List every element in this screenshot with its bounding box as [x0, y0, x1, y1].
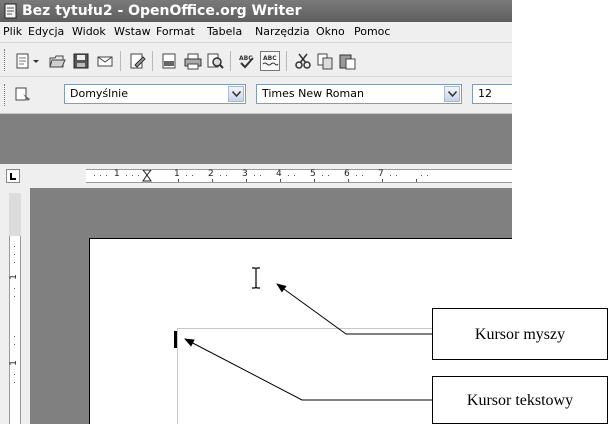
- open-folder-icon[interactable]: [48, 52, 66, 70]
- mouse-cursor-callout: Kursor myszy: [432, 308, 608, 360]
- ruler-label: 1: [114, 169, 120, 179]
- vertical-ruler-label: 1: [8, 274, 19, 280]
- font-size-select[interactable]: 12: [472, 84, 512, 104]
- menu-bar: Plik Edycja Widok Wstaw Format Tabela Na…: [0, 22, 512, 42]
- horizontal-ruler[interactable]: 1 1 2 3 4 5 6 7: [86, 169, 512, 183]
- title-bar: Bez tytułu2 - OpenOffice.org Writer: [0, 0, 512, 22]
- menu-widok[interactable]: Widok: [72, 22, 106, 42]
- mouse-cursor-label: Kursor myszy: [474, 326, 566, 343]
- export-pdf-icon[interactable]: [160, 52, 178, 70]
- vertical-ruler[interactable]: 1 1: [9, 236, 21, 424]
- menu-edycja[interactable]: Edycja: [28, 22, 64, 42]
- text-cursor-callout: Kursor tekstowy: [432, 376, 608, 424]
- menu-tabela[interactable]: Tabela: [207, 22, 242, 42]
- ruler-label: 7: [378, 169, 384, 179]
- text-cursor-label: Kursor tekstowy: [466, 392, 574, 409]
- menu-pomoc[interactable]: Pomoc: [354, 22, 390, 42]
- formatting-toolbar: Domyślnie Times New Roman 12: [0, 76, 512, 114]
- svg-text:ABC: ABC: [263, 55, 277, 62]
- standard-toolbar: ABC ABC: [0, 42, 512, 77]
- window-title: Bez tytułu2 - OpenOffice.org Writer: [22, 3, 302, 19]
- ruler-label: 5: [310, 169, 316, 179]
- toolbar-separator: [286, 51, 287, 71]
- text-boundary: [177, 328, 178, 424]
- page-preview-icon[interactable]: [206, 52, 224, 70]
- menu-format[interactable]: Format: [156, 22, 195, 42]
- toolbar-separator: [230, 51, 231, 71]
- toolbar-grip[interactable]: [4, 84, 7, 106]
- menu-narzedzia[interactable]: Narzędzia: [255, 22, 310, 42]
- new-document-icon[interactable]: [14, 52, 32, 70]
- cut-icon[interactable]: [294, 52, 312, 70]
- ruler-label: 2: [208, 169, 214, 179]
- menu-okno[interactable]: Okno: [316, 22, 345, 42]
- vertical-ruler-ticks: [14, 246, 15, 383]
- edit-file-icon[interactable]: [128, 52, 146, 70]
- writer-document-icon: [4, 3, 17, 19]
- toolbar-grip[interactable]: [4, 49, 7, 71]
- font-size-value: 12: [478, 87, 492, 100]
- text-cursor: [174, 331, 177, 348]
- ruler-label: 1: [174, 169, 180, 179]
- ruler-label: 6: [344, 169, 350, 179]
- font-name-select[interactable]: Times New Roman: [256, 84, 462, 104]
- vertical-ruler-label: 1: [8, 360, 19, 366]
- toolbar-separator: [152, 51, 153, 71]
- ruler-ticks: [94, 170, 428, 182]
- styles-formatting-icon[interactable]: [14, 85, 32, 103]
- toolbar-separator: [120, 51, 121, 71]
- save-icon[interactable]: [72, 52, 90, 70]
- writer-window: Bez tytułu2 - OpenOffice.org Writer Plik…: [0, 0, 512, 424]
- ibeam-cursor-icon: [252, 267, 260, 289]
- paragraph-style-select[interactable]: Domyślnie: [64, 84, 246, 104]
- chevron-down-icon[interactable]: [228, 86, 244, 102]
- autospellcheck-icon[interactable]: ABC: [260, 51, 280, 71]
- spellcheck-icon[interactable]: ABC: [238, 52, 256, 70]
- tab-stop-left-icon[interactable]: [6, 169, 20, 183]
- ruler-label: 3: [242, 169, 248, 179]
- vertical-ruler-margin: [9, 193, 21, 236]
- menu-plik[interactable]: Plik: [3, 22, 22, 42]
- chevron-down-icon[interactable]: [444, 86, 460, 102]
- email-icon[interactable]: [96, 52, 114, 70]
- copy-icon[interactable]: [316, 52, 334, 70]
- paste-icon[interactable]: [338, 52, 356, 70]
- menu-wstaw[interactable]: Wstaw: [114, 22, 151, 42]
- paragraph-style-value: Domyślnie: [70, 87, 129, 100]
- print-icon[interactable]: [184, 52, 202, 70]
- dropdown-arrow-icon[interactable]: [32, 52, 40, 70]
- ruler-label: 4: [276, 169, 282, 179]
- font-name-value: Times New Roman: [262, 87, 364, 100]
